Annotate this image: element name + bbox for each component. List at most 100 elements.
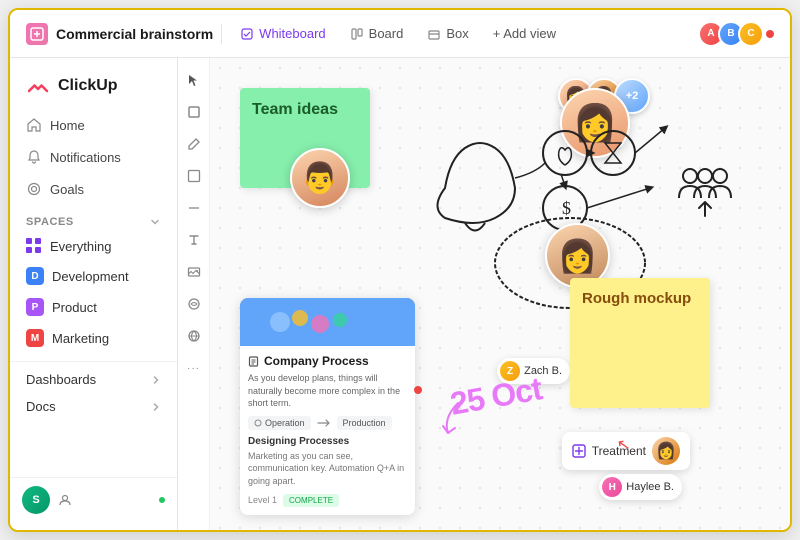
arrow-date-svg [438,398,468,438]
sidebar-item-marketing[interactable]: M Marketing [18,323,169,353]
spaces-list: Everything D Development P Product M Mar… [10,232,177,353]
tool-image[interactable] [180,258,208,286]
everything-label: Everything [50,239,111,254]
sidebar-item-product[interactable]: P Product [18,292,169,322]
people-group-icon [675,158,735,223]
whiteboard-tab-icon [240,27,254,41]
sticky-note-rough-mockup[interactable]: Rough mockup [570,278,710,408]
tool-pointer[interactable] [180,66,208,94]
cursor: ↖ [615,434,632,456]
sidebar-user-area: S [10,473,177,522]
canvas-toolbar: ··· [178,58,210,530]
treatment-avatar: 👩 [652,437,680,465]
marketing-dot: M [26,329,44,347]
tag-icon [254,419,262,427]
tag-operation: Operation [248,416,311,430]
complete-tag: COMPLETE [283,494,339,507]
person-label-haylee: H Haylee B. [599,474,682,500]
divider [221,24,222,44]
tab-board[interactable]: Board [340,21,414,46]
home-icon [26,117,42,133]
haylee-avatar: H [602,477,622,497]
process-card-title: Company Process [248,354,407,368]
goals-icon [26,181,42,197]
user-initial: S [32,494,39,506]
process-card-section: Designing Processes [248,436,407,447]
haylee-name: Haylee B. [626,481,674,493]
sidebar-item-everything[interactable]: Everything [18,232,169,260]
tab-whiteboard[interactable]: Whiteboard [230,21,335,46]
tool-connector[interactable] [180,290,208,318]
tool-select[interactable] [180,194,208,222]
chevron-right-icon [151,375,161,385]
sidebar-item-dashboards[interactable]: Dashboards [18,366,169,393]
doc-icon [248,356,259,367]
sidebar-item-docs[interactable]: Docs [18,393,169,420]
company-process-card[interactable]: Company Process As you develop plans, th… [240,298,415,515]
sticky-yellow-text: Rough mockup [582,290,691,307]
avatar-status-dot [766,30,774,38]
red-pin [414,386,422,394]
tab-board-label: Board [369,26,404,41]
treatment-icon [572,444,586,458]
development-label: Development [52,269,129,284]
development-dot: D [26,267,44,285]
process-card-footer: Level 1 COMPLETE [248,494,407,507]
tool-pen[interactable] [180,130,208,158]
tab-whiteboard-label: Whiteboard [259,26,325,41]
chevron-down-icon [149,216,161,228]
arrow-icon [317,419,331,427]
user-dot [159,497,165,503]
app-name: ClickUp [58,77,118,95]
box-tab-icon [427,27,441,41]
user-avatar: S [22,486,50,514]
sidebar-item-goals[interactable]: Goals [18,174,169,204]
header: Commercial brainstorm Whiteboard Board [10,10,790,58]
add-view-label: + Add view [493,26,556,41]
tool-more[interactable]: ··· [180,354,208,382]
goals-label: Goals [50,182,84,197]
tab-box-label: Box [446,26,468,41]
avatar-3: C [738,21,764,47]
header-tabs: Whiteboard Board Box + Add view [230,21,566,46]
sidebar-item-notifications[interactable]: Notifications [18,142,169,172]
main-layout: ClickUp Home Notifications [10,58,790,530]
sidebar-item-home[interactable]: Home [18,110,169,140]
dashboards-label: Dashboards [26,372,96,387]
header-title-area: Commercial brainstorm Whiteboard Board [26,21,686,46]
spaces-label: Spaces [26,216,74,228]
sidebar-nav: Home Notifications Goals [10,110,177,204]
logo-area: ClickUp [10,66,177,110]
add-view-button[interactable]: + Add view [483,21,566,46]
process-card-body: Company Process As you develop plans, th… [240,346,415,515]
process-card-header-img [240,298,415,346]
spaces-section: Spaces [10,204,177,232]
marketing-label: Marketing [52,331,109,346]
board-tab-icon [350,27,364,41]
bell-icon [26,149,42,165]
tool-pencil[interactable] [180,162,208,190]
home-label: Home [50,118,85,133]
user-face-icon [58,493,72,507]
tag-production: Production [337,416,392,430]
process-card-title-text: Company Process [264,354,369,368]
docs-label: Docs [26,399,56,414]
tab-box[interactable]: Box [417,21,478,46]
sticky-green-text: Team ideas [252,100,338,121]
process-card-text: As you develop plans, things will natura… [248,372,407,410]
man-face-icon: 👨 [290,148,350,208]
sidebar-item-development[interactable]: D Development [18,261,169,291]
sidebar-bottom-section: Dashboards Docs [10,361,177,424]
tool-text[interactable] [180,226,208,254]
chevron-right-icon-docs [151,402,161,412]
tool-shapes[interactable] [180,98,208,126]
user-profile[interactable]: S [10,477,177,522]
header-avatars: A B C [698,21,774,47]
tool-globe[interactable] [180,322,208,350]
whiteboard-icon [26,23,48,45]
clickup-logo-icon [26,74,50,98]
process-card-tags: Operation Production [248,416,407,430]
canvas-area[interactable]: Team ideas 👩 👨 +2 👩 👨 [210,58,790,530]
everything-icon [26,238,42,254]
canvas-man-face: 👨 [290,148,350,208]
